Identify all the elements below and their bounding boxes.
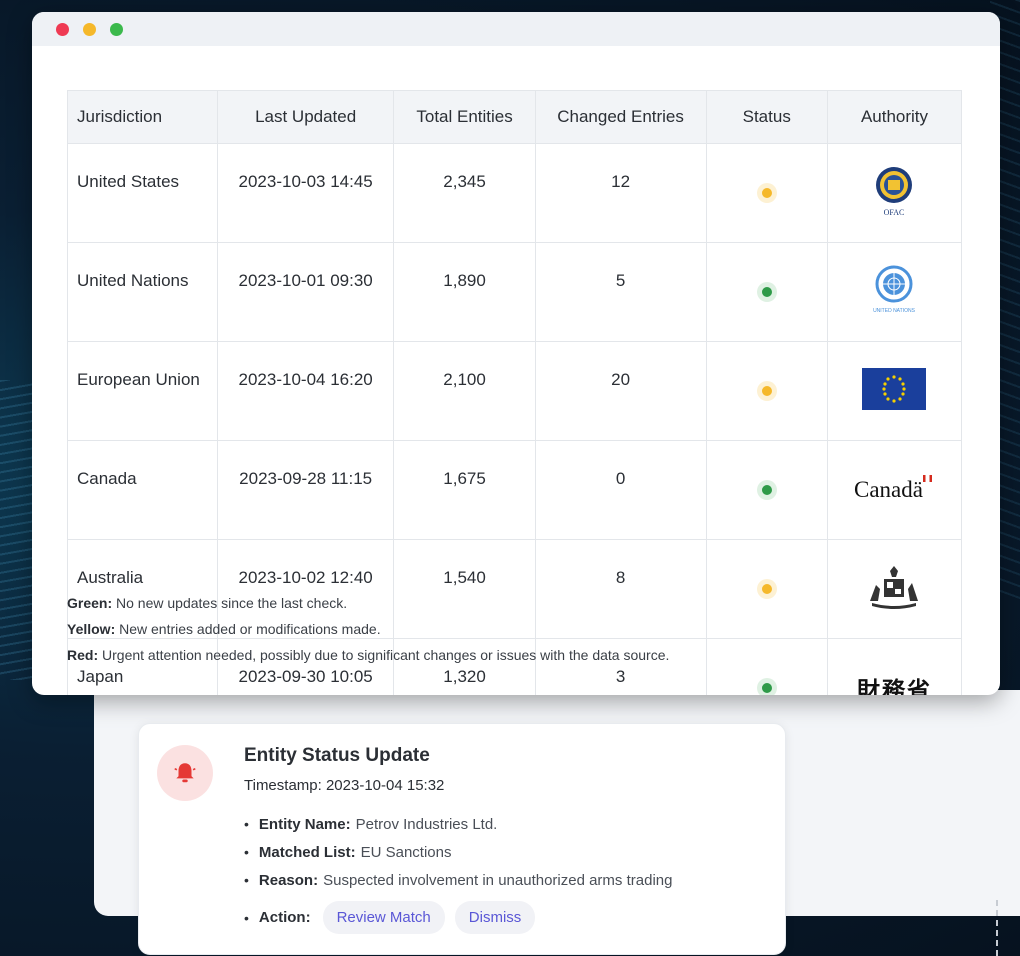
- window-titlebar: [32, 12, 1000, 46]
- alert-action-row: Action: Review Match Dismiss: [244, 901, 545, 934]
- cell-jurisdiction: United Nations: [67, 242, 218, 342]
- status-dot-yellow: [761, 584, 772, 594]
- cell-total-entities: 1,675: [393, 440, 536, 540]
- maximize-window-button[interactable]: [110, 22, 123, 36]
- cell-status: [705, 143, 828, 243]
- cell-status: [705, 539, 828, 639]
- cell-jurisdiction: Canada: [67, 440, 218, 540]
- cell-authority: [826, 341, 963, 441]
- column-header-authority[interactable]: Authority: [826, 90, 963, 144]
- table-header-row: Jurisdiction Last Updated Total Entities…: [67, 90, 963, 144]
- status-legend: Green: No new updates since the last che…: [67, 590, 669, 668]
- review-match-button[interactable]: Review Match: [322, 901, 445, 934]
- ministry-of-finance-japan-logo: 財務省: [856, 678, 932, 695]
- cell-authority: Canadä: [826, 440, 963, 540]
- list-item-entity-name: Entity Name:Petrov Industries Ltd.: [244, 810, 672, 838]
- cell-status: [705, 341, 828, 441]
- cell-status: [705, 242, 828, 342]
- eu-flag-icon: [862, 367, 927, 410]
- canada-wordmark-icon: Canadä: [854, 474, 933, 502]
- ofac-seal-icon: OFAC: [876, 166, 913, 217]
- cell-authority: UNITED NATIONS: [826, 242, 963, 342]
- cell-last-updated: 2023-09-28 11:15: [216, 440, 395, 540]
- column-header-changed-entries[interactable]: Changed Entries: [534, 90, 707, 144]
- cell-authority: 財務省: [826, 638, 963, 695]
- cell-jurisdiction: European Union: [67, 341, 218, 441]
- cell-total-entities: 2,345: [393, 143, 536, 243]
- united-nations-emblem-icon: UNITED NATIONS: [874, 265, 917, 314]
- table-row[interactable]: United Nations 2023-10-01 09:30 1,890 5 …: [67, 242, 963, 342]
- ofac-label: OFAC: [884, 208, 905, 217]
- legend-item-red: Red: Urgent attention needed, possibly d…: [67, 647, 670, 663]
- cell-status: [705, 638, 828, 695]
- table-row[interactable]: Canada 2023-09-28 11:15 1,675 0 Canadä: [67, 440, 963, 540]
- dismiss-button[interactable]: Dismiss: [454, 901, 536, 934]
- cell-status: [705, 440, 828, 540]
- cell-jurisdiction: United States: [67, 143, 218, 243]
- cell-last-updated: 2023-10-01 09:30: [216, 242, 395, 342]
- cell-changed-entries: 5: [534, 242, 707, 342]
- un-label: UNITED NATIONS: [874, 308, 917, 314]
- column-header-status[interactable]: Status: [705, 90, 828, 144]
- alert-details-list: Entity Name:Petrov Industries Ltd. Match…: [244, 810, 673, 894]
- legend-item-green: Green: No new updates since the last che…: [67, 595, 348, 611]
- column-header-last-updated[interactable]: Last Updated: [216, 90, 395, 144]
- australia-coat-of-arms-icon: [870, 565, 919, 609]
- dashed-divider: [996, 900, 998, 956]
- cell-total-entities: 2,100: [393, 341, 536, 441]
- sanctions-list-window: Jurisdiction Last Updated Total Entities…: [32, 12, 1000, 695]
- minimize-window-button[interactable]: [83, 22, 96, 36]
- cell-changed-entries: 0: [534, 440, 707, 540]
- cell-changed-entries: 20: [534, 341, 707, 441]
- table-row[interactable]: European Union 2023-10-04 16:20 2,100 20: [67, 341, 963, 441]
- list-item-reason: Reason:Suspected involvement in unauthor…: [244, 866, 673, 894]
- column-header-jurisdiction[interactable]: Jurisdiction: [67, 90, 218, 144]
- entity-status-alert-card: Entity Status Update Timestamp: 2023-10-…: [138, 723, 786, 955]
- close-window-button[interactable]: [56, 22, 69, 36]
- status-dot-green: [761, 485, 772, 495]
- alert-timestamp: Timestamp: 2023-10-04 15:32: [244, 777, 445, 794]
- cell-changed-entries: 12: [534, 143, 707, 243]
- alert-title: Entity Status Update: [244, 745, 430, 766]
- cell-last-updated: 2023-10-04 16:20: [216, 341, 395, 441]
- bell-icon: [174, 763, 196, 783]
- cell-authority: [826, 539, 963, 639]
- status-dot-yellow: [761, 386, 772, 396]
- status-dot-yellow: [761, 188, 772, 198]
- cell-last-updated: 2023-10-03 14:45: [216, 143, 395, 243]
- alert-bell-badge: [157, 745, 213, 801]
- canada-wordmark-text: Canadä: [854, 477, 923, 502]
- legend-item-yellow: Yellow: New entries added or modificatio…: [67, 621, 381, 637]
- table-row[interactable]: United States 2023-10-03 14:45 2,345 12 …: [67, 143, 963, 243]
- column-header-total-entities[interactable]: Total Entities: [393, 90, 536, 144]
- status-dot-green: [761, 683, 772, 693]
- status-dot-green: [761, 287, 772, 297]
- action-label: Action:: [258, 909, 311, 926]
- list-item-matched-list: Matched List:EU Sanctions: [244, 838, 672, 866]
- cell-authority: OFAC: [826, 143, 963, 243]
- cell-total-entities: 1,890: [393, 242, 536, 342]
